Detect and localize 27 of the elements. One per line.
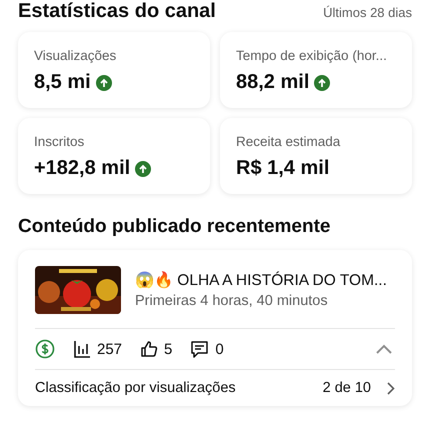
stat-card[interactable]: Inscritos +182,8 mil — [18, 118, 210, 194]
stat-card[interactable]: Visualizações 8,5 mi — [18, 32, 210, 108]
stat-label: Tempo de exibição (hor... — [236, 48, 388, 63]
likes-count: 5 — [164, 340, 172, 358]
stat-label: Receita estimada — [236, 134, 342, 149]
stat-value: 88,2 mil — [236, 71, 310, 94]
section-title: Estatísticas do canal — [18, 0, 216, 22]
ranking-label: Classificação por visualizações — [35, 380, 237, 396]
comments-count: 0 — [215, 340, 224, 358]
ranking-value: 2 de 10 — [322, 380, 371, 396]
stat-value: +182,8 mil — [34, 157, 130, 180]
stat-card[interactable]: Tempo de exibição (hor... 88,2 mil — [220, 32, 412, 108]
thumbs-up-icon — [140, 340, 158, 358]
stat-label: Visualizações — [34, 48, 118, 63]
video-title[interactable]: 😱🔥 OLHA A HISTÓRIA DO TOM... — [135, 271, 387, 290]
video-subtitle: Primeiras 4 horas, 40 minutos — [135, 293, 329, 309]
stat-label: Inscritos — [34, 134, 86, 149]
chevron-right-icon — [387, 382, 395, 394]
ranking-row[interactable]: Classificação por visualizações 2 de 10 — [35, 370, 395, 406]
views-count: 257 — [97, 340, 122, 358]
stat-card[interactable]: Receita estimada R$ 1,4 mil — [220, 118, 412, 194]
stat-value: R$ 1,4 mil — [236, 157, 330, 180]
stat-value: 8,5 mi — [34, 71, 91, 94]
section-title: Conteúdo publicado recentemente — [18, 216, 332, 238]
comment-icon — [190, 340, 210, 358]
bar-chart-icon — [73, 340, 91, 358]
period-label: Últimos 28 dias — [323, 5, 412, 20]
